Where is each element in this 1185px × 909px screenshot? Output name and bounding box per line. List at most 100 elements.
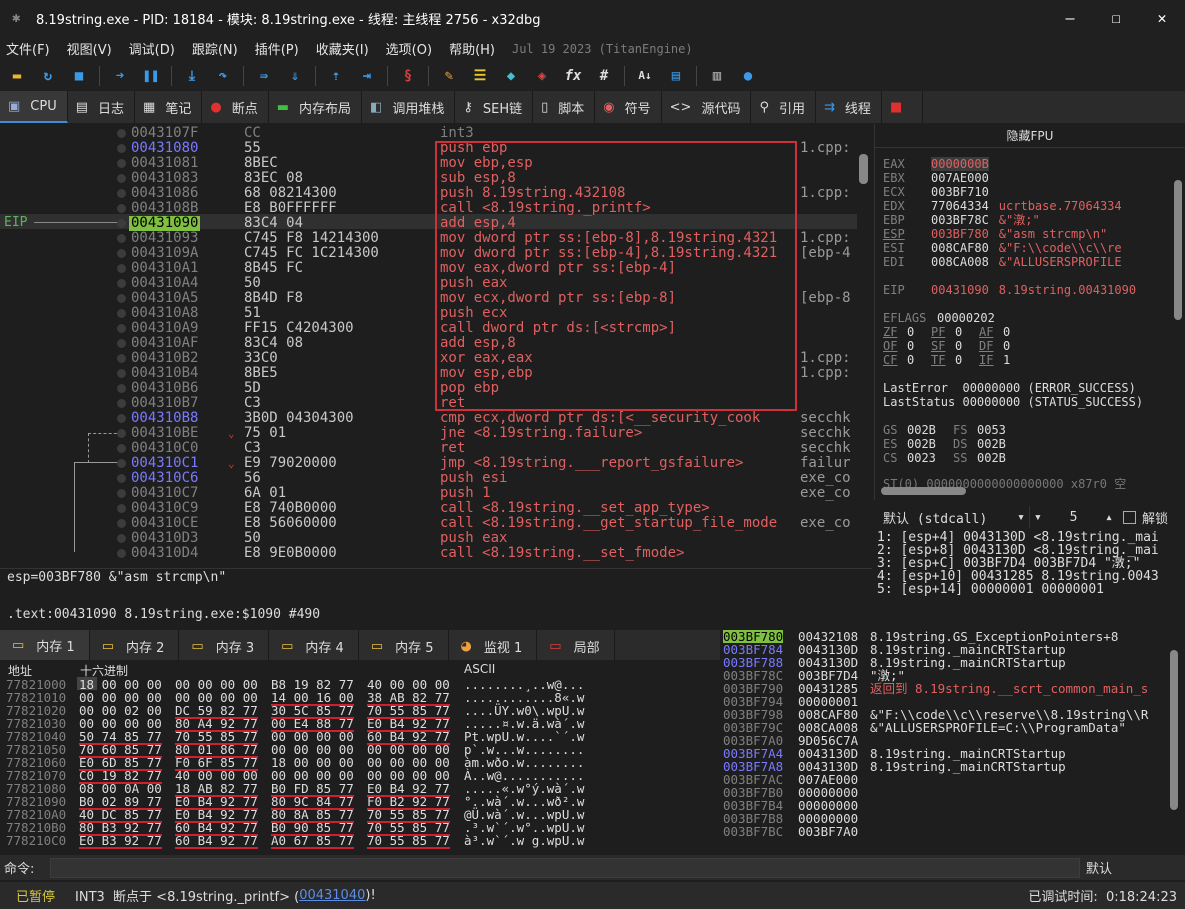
step-into-icon[interactable]: ⤓ <box>181 65 203 87</box>
segment-value[interactable]: 002B <box>907 437 953 451</box>
tab-内存-4[interactable]: ▭ 内存 4 <box>269 630 359 660</box>
font-icon[interactable]: A↓ <box>634 65 656 87</box>
label-icon[interactable]: ◆ <box>500 65 522 87</box>
command-mode-select[interactable]: 默认 <box>1086 858 1112 877</box>
disasm-row[interactable]: 004310C7 6A 01 push 1 exe_co <box>0 486 872 501</box>
breakpoint-dot[interactable] <box>117 549 126 558</box>
tab-内存-3[interactable]: ▭ 内存 3 <box>179 630 270 660</box>
flag-value[interactable]: 0 <box>1003 339 1027 353</box>
function-icon[interactable]: fx <box>562 65 584 87</box>
register-value[interactable]: 003BF78C <box>931 213 989 227</box>
register-row[interactable]: ESP 003BF780 &"asm strcmp\n" <box>883 227 1107 241</box>
menu-debug[interactable]: 调试(D) <box>129 39 175 58</box>
tab-script[interactable]: ▯ 脚本 <box>533 91 596 123</box>
trace-over-icon[interactable]: ⇓ <box>284 65 306 87</box>
tab-监视-1[interactable]: ◕ 监视 1 <box>448 630 538 660</box>
register-value[interactable]: 003BF710 <box>931 185 989 199</box>
breakpoint-dot[interactable] <box>117 309 126 318</box>
tab-handles[interactable]: ■ <box>881 91 924 123</box>
stack-row[interactable]: 003BF790 00431285 返回到 8.19string.__scrt_co… <box>722 682 1185 695</box>
flag-value[interactable]: 0 <box>955 339 979 353</box>
bookmark-icon[interactable]: ◈ <box>531 65 553 87</box>
restart-icon[interactable]: ↻ <box>37 65 59 87</box>
breakpoint-dot[interactable] <box>117 444 126 453</box>
breakpoint-dot[interactable] <box>117 219 126 228</box>
run-to-user-code-icon[interactable]: ⇥ <box>356 65 378 87</box>
breakpoint-dot[interactable] <box>117 414 126 423</box>
menu-trace[interactable]: 跟踪(N) <box>192 39 238 58</box>
disasm-row[interactable]: 004310C6 56 push esi exe_co <box>0 471 872 486</box>
disasm-row[interactable]: 004310C0 C3 ret secchk <box>0 441 872 456</box>
registers-hscrollbar[interactable] <box>881 486 1161 496</box>
eflags-value[interactable]: 00000202 <box>937 311 995 325</box>
unlock-checkbox[interactable] <box>1123 510 1136 524</box>
register-value[interactable]: 008CA008 <box>931 255 989 269</box>
disasm-row[interactable]: 004310BE ⌄ 75 01 jne <8.19string.failure> se… <box>0 426 872 441</box>
tab-cpu[interactable]: ▣ CPU <box>0 91 68 123</box>
disasm-row[interactable]: 004310D3 50 push eax <box>0 531 872 546</box>
flag-value[interactable]: 0 <box>955 353 979 367</box>
breakpoint-dot[interactable] <box>117 384 126 393</box>
calculator-icon[interactable]: ▤ <box>665 65 687 87</box>
breakpoint-dot[interactable] <box>117 474 126 483</box>
tab-内存-1[interactable]: ▭ 内存 1 <box>0 630 90 660</box>
breakpoint-dot[interactable] <box>117 459 126 468</box>
stack-row[interactable]: 003BF7A8 0043130D 8.19string._mainCRTStart… <box>722 760 1185 773</box>
dump-row[interactable]: 778210C0 E0 B3 92 77 60 B4 92 77 A0 67 85 7… <box>0 834 720 849</box>
segment-value[interactable]: 002B <box>977 437 1023 451</box>
breakpoint-dot[interactable] <box>117 534 126 543</box>
tab-内存-2[interactable]: ▭ 内存 2 <box>89 630 180 660</box>
register-row[interactable]: ECX 003BF710 <box>883 185 999 199</box>
segment-value[interactable]: 002B <box>907 423 953 437</box>
menu-favourites[interactable]: 收藏夹(I) <box>316 39 369 58</box>
arg-count-stepper[interactable]: ▾ 5 ▴ <box>1029 506 1117 528</box>
execute-till-return-icon[interactable]: ⇡ <box>325 65 347 87</box>
stack-row[interactable]: 003BF79C 008CA008 &"ALLUSERSPROFILE=C:\\Pr… <box>722 721 1185 734</box>
tab-call-stack[interactable]: ◧ 调用堆栈 <box>362 91 456 123</box>
step-over-icon[interactable]: ↷ <box>212 65 234 87</box>
breakpoint-dot[interactable] <box>117 399 126 408</box>
register-value[interactable]: 0000000B <box>931 157 989 171</box>
register-value[interactable]: 77064334 <box>931 199 989 213</box>
close-button[interactable]: ✕ <box>1139 0 1185 36</box>
menu-help[interactable]: 帮助(H) <box>449 39 495 58</box>
breakpoint-dot[interactable] <box>117 489 126 498</box>
breakpoint-dot[interactable] <box>117 504 126 513</box>
breakpoint-dot[interactable] <box>117 144 126 153</box>
menu-options[interactable]: 选项(O) <box>386 39 432 58</box>
maximize-button[interactable]: ☐ <box>1093 0 1139 36</box>
register-row[interactable]: EIP 00431090 8.19string.00431090 <box>883 283 1136 297</box>
stack-row[interactable]: 003BF788 0043130D 8.19string._mainCRTStart… <box>722 656 1185 669</box>
stack-row[interactable]: 003BF7BC 003BF7A0 <box>722 825 1185 838</box>
breakpoint-dot[interactable] <box>117 174 126 183</box>
register-row[interactable]: EBP 003BF78C &"潡;" <box>883 213 1040 227</box>
breakpoint-dot[interactable] <box>117 249 126 258</box>
minimize-button[interactable]: — <box>1047 0 1093 36</box>
breakpoint-dot[interactable] <box>117 189 126 198</box>
stack-view[interactable]: 003BF780 00432108 8.19string.GS_ExceptionP… <box>722 628 1185 850</box>
stack-row[interactable]: 003BF7B8 00000000 <box>722 812 1185 825</box>
registers-scrollbar[interactable] <box>1173 150 1183 480</box>
register-value[interactable]: 00431090 <box>931 283 989 297</box>
register-row[interactable]: ESI 008CAF80 &"F:\\code\\c\\re <box>883 241 1122 255</box>
register-row[interactable]: EAX 0000000B <box>883 157 999 171</box>
breakpoint-dot[interactable] <box>117 129 126 138</box>
trace-into-icon[interactable]: ⇛ <box>253 65 275 87</box>
segment-value[interactable]: 002B <box>977 451 1023 465</box>
tab-symbols[interactable]: ◉ 符号 <box>595 91 662 123</box>
register-value[interactable]: 008CAF80 <box>931 241 989 255</box>
memo-icon[interactable]: ▥ <box>706 65 728 87</box>
hide-fpu-button[interactable]: 隐藏FPU <box>875 124 1185 148</box>
flag-value[interactable]: 0 <box>955 325 979 339</box>
flag-value[interactable]: 0 <box>907 325 931 339</box>
stack-row[interactable]: 003BF7AC 007AE000 <box>722 773 1185 786</box>
breakpoint-dot[interactable] <box>117 369 126 378</box>
breakpoint-dot[interactable] <box>117 354 126 363</box>
tab-log[interactable]: ▤ 日志 <box>67 91 136 123</box>
open-icon[interactable]: ▬ <box>6 65 28 87</box>
breakpoint-dot[interactable] <box>117 279 126 288</box>
registers-panel[interactable]: 隐藏FPU EAX 0000000B EBX 007AE000 ECX 003BF710 E… <box>874 124 1185 500</box>
tab-局部[interactable]: ▭ 局部 <box>537 630 615 660</box>
menu-plugins[interactable]: 插件(P) <box>255 39 299 58</box>
status-address-link[interactable]: 00431040 <box>299 888 365 903</box>
